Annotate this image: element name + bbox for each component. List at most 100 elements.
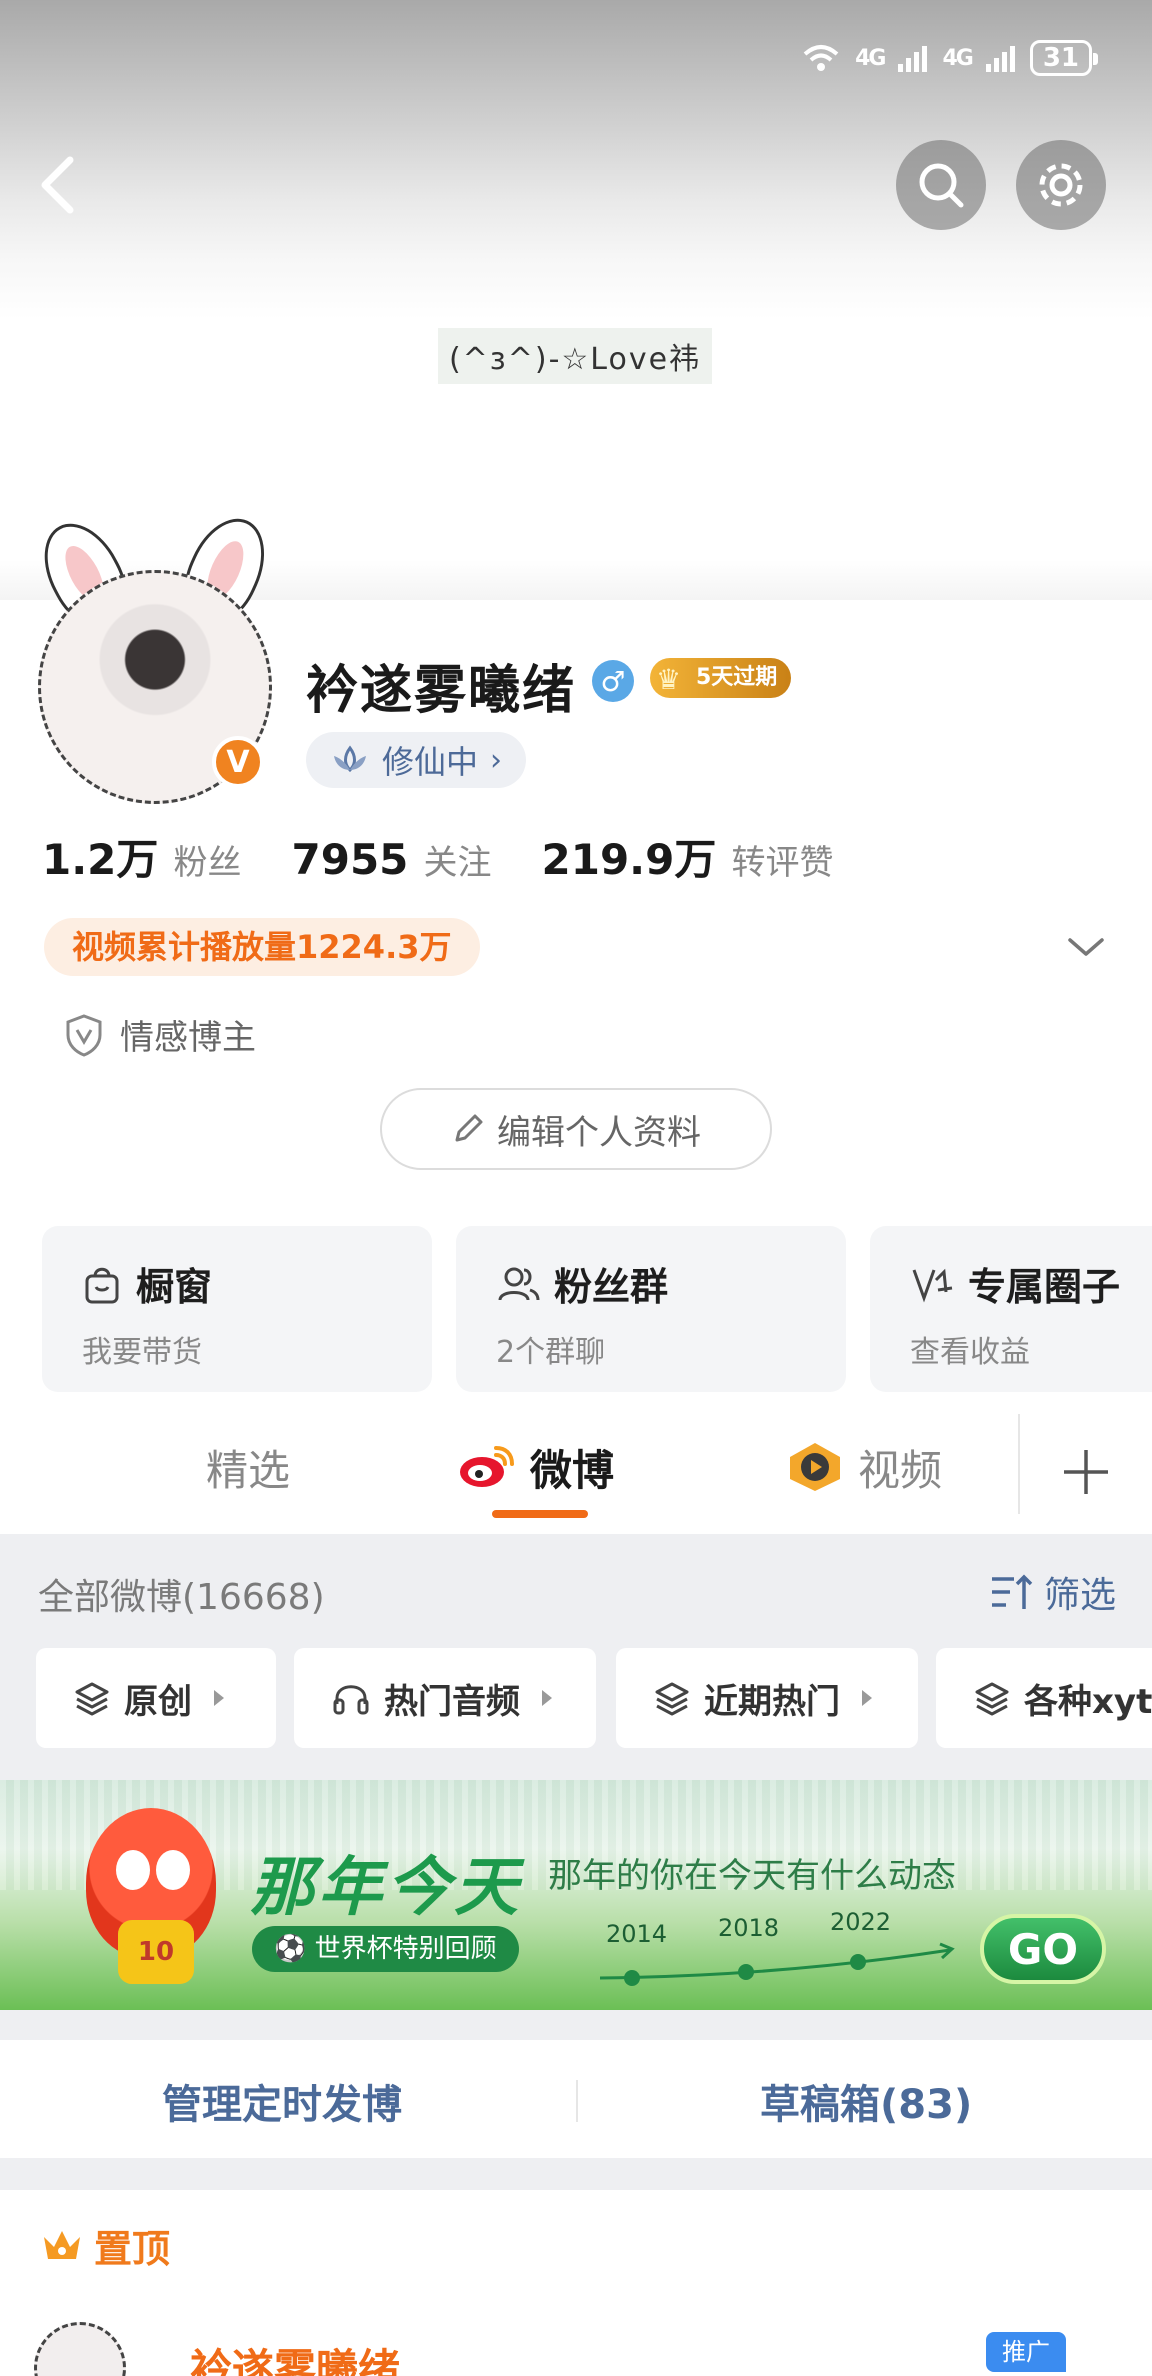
filter-sort-icon: [991, 1574, 1033, 1609]
stat-interactions[interactable]: 219.9万 转评赞: [542, 826, 834, 887]
stat-followers-count: 1.2万: [42, 835, 159, 884]
layers-icon: [655, 1682, 689, 1716]
category-row[interactable]: 情感博主: [64, 1010, 256, 1059]
filter-pill-recent-hot[interactable]: 近期热门: [616, 1648, 918, 1748]
go-button[interactable]: GO: [980, 1914, 1106, 1984]
filter-pill-recent-hot-label: 近期热门: [704, 1681, 840, 1722]
stat-following-label: 关注: [423, 843, 492, 883]
timeline-dot: [738, 1964, 754, 1980]
gender-male-icon: ♂: [592, 660, 634, 702]
drafts-link[interactable]: 草稿箱(83): [760, 2072, 972, 2130]
promote-badge[interactable]: 推广: [986, 2332, 1066, 2372]
card-shop-title: 橱窗: [136, 1265, 213, 1309]
chevron-right-icon: ›: [490, 742, 503, 778]
edit-profile-label: 编辑个人资料: [497, 1112, 701, 1153]
card-fan-group-sub: 2个群聊: [496, 1335, 606, 1370]
banner-year-2018: 2018: [718, 1914, 780, 1942]
crown-icon: ♛: [656, 663, 682, 696]
tab-featured-label: 精选: [206, 1445, 291, 1495]
stat-interactions-count: 219.9万: [541, 835, 717, 884]
signal-2-icon: [985, 46, 1015, 72]
profile-name: 衿遂雾曦绪: [306, 661, 577, 721]
search-button[interactable]: [896, 140, 986, 230]
filter-pill-original-label: 原创: [124, 1681, 192, 1722]
filter-pill-various[interactable]: 各种xyt: [936, 1648, 1152, 1748]
group-icon: [498, 1267, 540, 1300]
banner-title: 那年今天: [250, 1851, 522, 1925]
tab-video-label: 视频: [858, 1445, 943, 1495]
mascot-jersey: 10: [118, 1920, 194, 1984]
timeline-dot: [624, 1970, 640, 1986]
timeline-dot: [850, 1954, 866, 1970]
tab-divider: [1018, 1414, 1020, 1514]
all-posts-count: 全部微博(16668): [38, 1577, 325, 1618]
gear-icon: [1039, 163, 1083, 207]
profile-stats: 1.2万 粉丝 7955 关注 219.9万 转评赞: [42, 826, 833, 887]
mascot-eye: [156, 1850, 190, 1890]
banner-year-2022: 2022: [830, 1908, 892, 1936]
verified-badge: V: [212, 736, 264, 788]
headphones-icon: [333, 1685, 369, 1715]
filter-pill-hot-audio-label: 热门音频: [384, 1681, 520, 1722]
tab-weibo-label: 微博: [530, 1445, 615, 1495]
card-shop-sub: 我要带货: [82, 1335, 202, 1370]
filter-pill-hot-audio[interactable]: 热门音频: [294, 1648, 596, 1748]
video-play-icon: [790, 1443, 840, 1491]
settings-button[interactable]: [1016, 140, 1106, 230]
card-shop-window[interactable]: 橱窗 我要带货: [42, 1226, 432, 1392]
banner-subtitle: 那年的你在今天有什么动态: [548, 1856, 956, 1896]
signal-1-icon: [898, 46, 928, 72]
stat-followers-label: 粉丝: [173, 843, 242, 883]
back-arrow-icon[interactable]: [30, 150, 90, 220]
category-label: 情感博主: [120, 1018, 256, 1058]
crown-icon: [44, 2230, 80, 2259]
stat-following[interactable]: 7955 关注: [292, 835, 492, 884]
filter-pill-original[interactable]: 原创: [36, 1648, 276, 1748]
card-circle-title: 专属圈子: [968, 1265, 1121, 1309]
video-plays-chip[interactable]: 视频累计播放量1224.3万: [44, 918, 480, 976]
pencil-icon: [455, 1114, 483, 1142]
weibo-logo-icon: [460, 1446, 514, 1487]
lotus-icon: [334, 745, 366, 773]
wifi-icon: [803, 45, 839, 71]
stat-followers[interactable]: 1.2万 粉丝: [42, 826, 242, 887]
vip-badge-label: 5天过期: [696, 665, 778, 690]
shield-v-icon: [66, 1013, 102, 1057]
tab-video[interactable]: 视频: [786, 1432, 942, 1502]
triangle-right-icon: [542, 1690, 552, 1706]
card-circle-sub: 查看收益: [910, 1335, 1030, 1370]
tab-weibo[interactable]: 微博: [458, 1432, 614, 1502]
profile-avatar[interactable]: V: [28, 506, 280, 804]
filter-button[interactable]: 筛选: [990, 1566, 1116, 1618]
edit-profile-button[interactable]: 编辑个人资料: [380, 1088, 772, 1170]
on-this-day-banner[interactable]: 10 那年今天 那年的你在今天有什么动态 ⚽ 世界杯特别回顾 2014 2018…: [0, 1780, 1152, 2010]
bag-icon: [85, 1267, 119, 1303]
vip-badge[interactable]: ♛ 5天过期: [650, 658, 792, 698]
banner-tag-label: 世界杯特别回顾: [314, 1934, 497, 1964]
signal-2-label: 4G: [942, 45, 973, 71]
header-background: [0, 0, 1152, 600]
triangle-right-icon: [862, 1690, 872, 1706]
card-exclusive-circle[interactable]: 专属圈子 查看收益: [870, 1226, 1152, 1392]
tab-featured[interactable]: 精选: [206, 1432, 290, 1502]
battery-indicator: 31: [1029, 40, 1099, 76]
chevron-down-icon[interactable]: [1066, 932, 1106, 962]
post-author-name[interactable]: 衿遂雾曦绪: [190, 2336, 400, 2376]
card-fan-group[interactable]: 粉丝群 2个群聊: [456, 1226, 846, 1392]
card-fan-group-title: 粉丝群: [554, 1265, 669, 1309]
filter-pill-various-label: 各种xyt: [1024, 1681, 1152, 1722]
add-tab-icon[interactable]: [1054, 1440, 1118, 1504]
banner-year-2014: 2014: [606, 1920, 668, 1948]
circle-icon: [912, 1268, 953, 1302]
pinned-post[interactable]: [0, 2190, 1152, 2376]
bio-tag: (^з^)-☆Love祎: [438, 328, 712, 384]
banner-tag: ⚽ 世界杯特别回顾: [252, 1926, 519, 1972]
soccer-ball-icon: ⚽: [274, 1934, 307, 1964]
triangle-right-icon: [214, 1690, 224, 1706]
manage-scheduled-posts-link[interactable]: 管理定时发博: [162, 2072, 402, 2130]
mascot-eye: [116, 1850, 150, 1890]
signal-1-label: 4G: [855, 45, 886, 71]
layers-icon: [975, 1682, 1009, 1716]
search-icon: [919, 163, 964, 208]
status-chip[interactable]: 修仙中 ›: [306, 732, 527, 788]
